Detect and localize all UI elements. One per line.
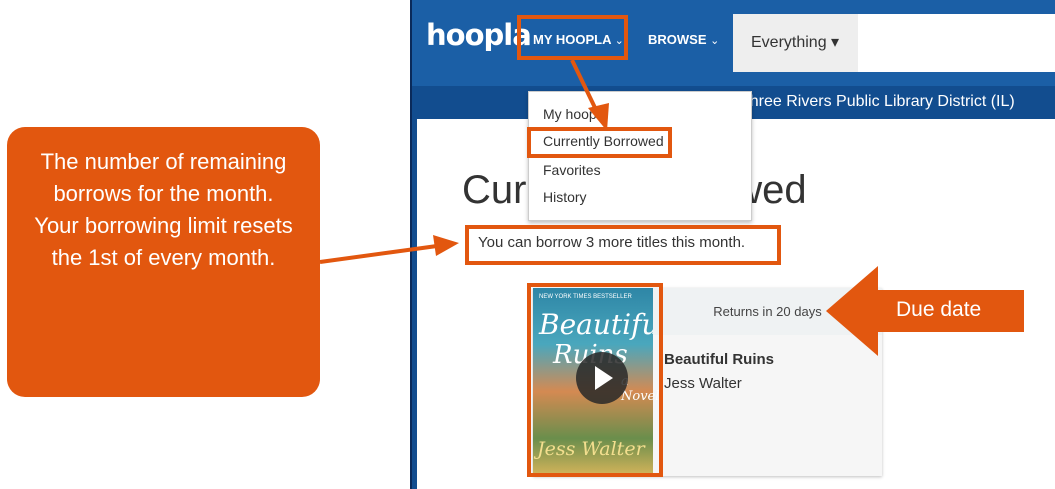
due-date-callout: Due date: [862, 290, 1024, 332]
arrow-to-borrow-count: [319, 235, 459, 264]
remaining-borrows-callout: The number of remaining borrows for the …: [7, 127, 320, 397]
arrow-to-menu-item: [570, 59, 609, 131]
